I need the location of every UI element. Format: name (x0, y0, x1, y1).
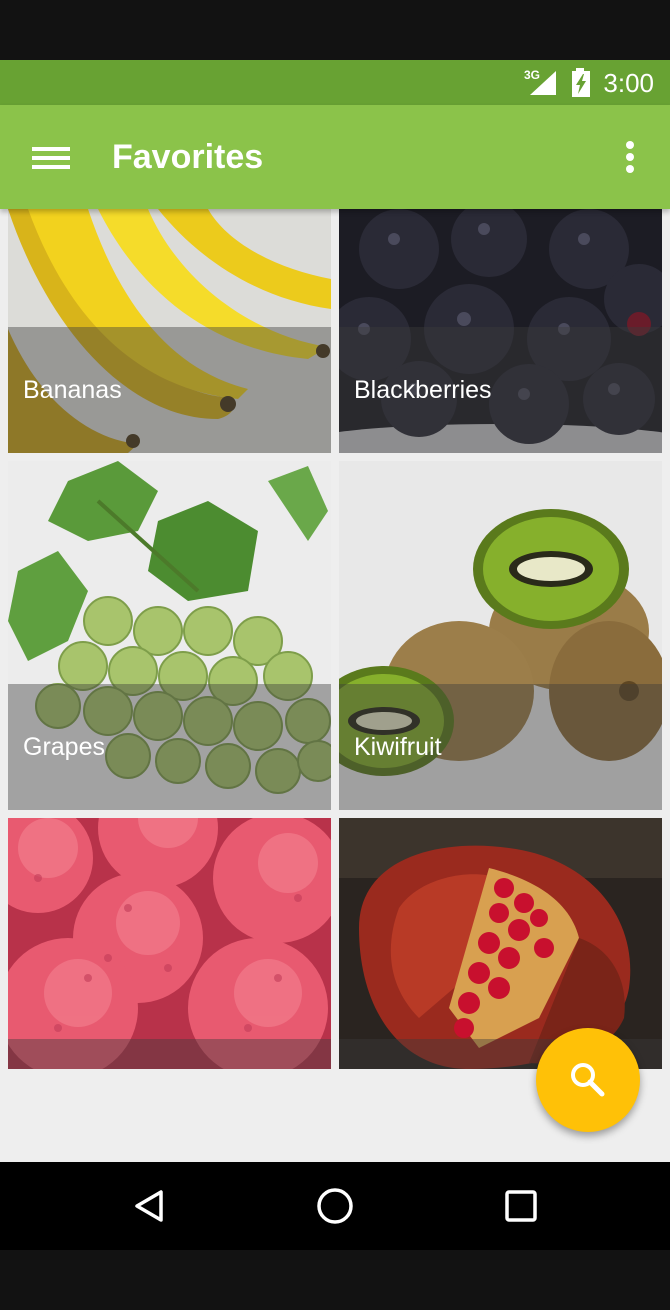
battery-charging-icon (572, 68, 590, 97)
tile-label: Blackberries (354, 376, 492, 404)
tile-bananas[interactable]: Bananas (8, 209, 331, 453)
navigation-drawer-button[interactable] (22, 133, 82, 181)
home-button[interactable] (305, 1176, 365, 1236)
tile-blackberries[interactable]: Blackberries (339, 209, 662, 453)
overflow-menu-button[interactable] (610, 133, 650, 181)
fruit-grid: Bananas Blackberries Grapes Kiwifruit (0, 209, 670, 1161)
page-title: Favorites (112, 138, 264, 176)
recents-button[interactable] (491, 1176, 551, 1236)
lychee-image (8, 818, 331, 1069)
clock: 3:00 (603, 68, 654, 98)
tile-label: Bananas (23, 376, 122, 404)
bottom-bezel (0, 1250, 670, 1310)
more-vert-icon (626, 141, 634, 173)
tile-label: Kiwifruit (354, 733, 442, 761)
tile-grapes[interactable]: Grapes (8, 461, 331, 810)
back-button[interactable] (119, 1176, 179, 1236)
tile-lychee[interactable] (8, 818, 331, 1069)
tile-label: Grapes (23, 733, 105, 761)
top-bezel (0, 0, 670, 60)
hamburger-menu-icon (32, 147, 70, 169)
search-icon (571, 1063, 605, 1097)
status-bar: 3G 3:00 (0, 60, 670, 105)
recents-icon (505, 1190, 537, 1222)
home-icon (317, 1188, 353, 1224)
pomegranate-image (339, 818, 662, 1069)
signal-icon (530, 71, 556, 95)
tile-pomegranate[interactable] (339, 818, 662, 1069)
system-navigation-bar (0, 1162, 670, 1250)
back-icon (135, 1190, 163, 1222)
screen: 3G 3:00 Favorites Bananas Blackberries G… (0, 0, 670, 1310)
tile-kiwifruit[interactable]: Kiwifruit (339, 461, 662, 810)
caption-scrim (8, 1039, 331, 1069)
search-fab[interactable] (536, 1028, 640, 1132)
app-bar: Favorites (0, 105, 670, 209)
